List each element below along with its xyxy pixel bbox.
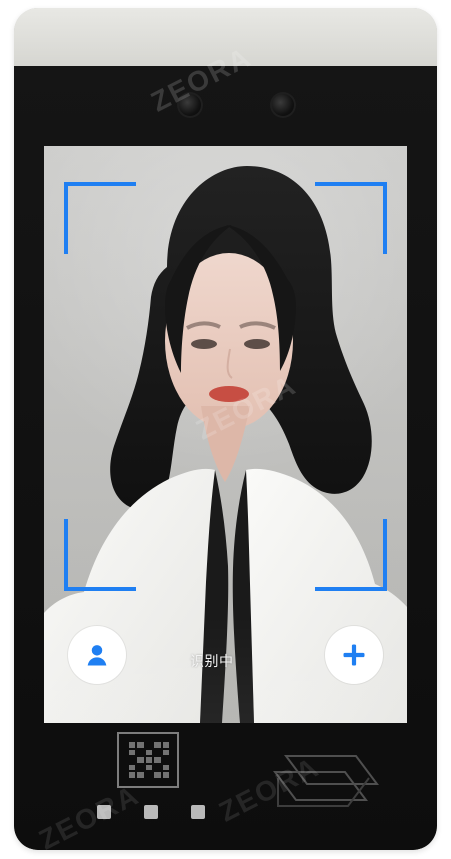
right-camera-icon [270,92,296,118]
recognition-status-text: 识别中 [190,654,234,670]
plus-icon [343,644,365,666]
left-camera-icon [177,92,203,118]
user-button[interactable] [68,626,126,684]
add-button[interactable] [325,626,383,684]
right-eye [244,339,270,349]
user-icon [87,645,107,666]
device-stage: 识别中 [0,0,451,859]
face-frame-top-left [64,182,136,254]
sensor-row [97,801,205,823]
face-frame-bottom-left [64,519,136,591]
sensor-icon [97,805,111,819]
card-reader-icon [273,755,379,807]
sensor-icon [144,805,158,819]
qr-icon [129,742,169,778]
face-frame-top-right [315,182,387,254]
access-terminal: 识别中 [14,8,437,850]
device-top-bezel [14,8,437,66]
face-frame-bottom-right [315,519,387,591]
left-eye [191,339,217,349]
sensor-icon [191,805,205,819]
face-recognition-screen: 识别中 [44,146,407,723]
qr-scanner-area [117,732,179,788]
lips [209,386,249,402]
